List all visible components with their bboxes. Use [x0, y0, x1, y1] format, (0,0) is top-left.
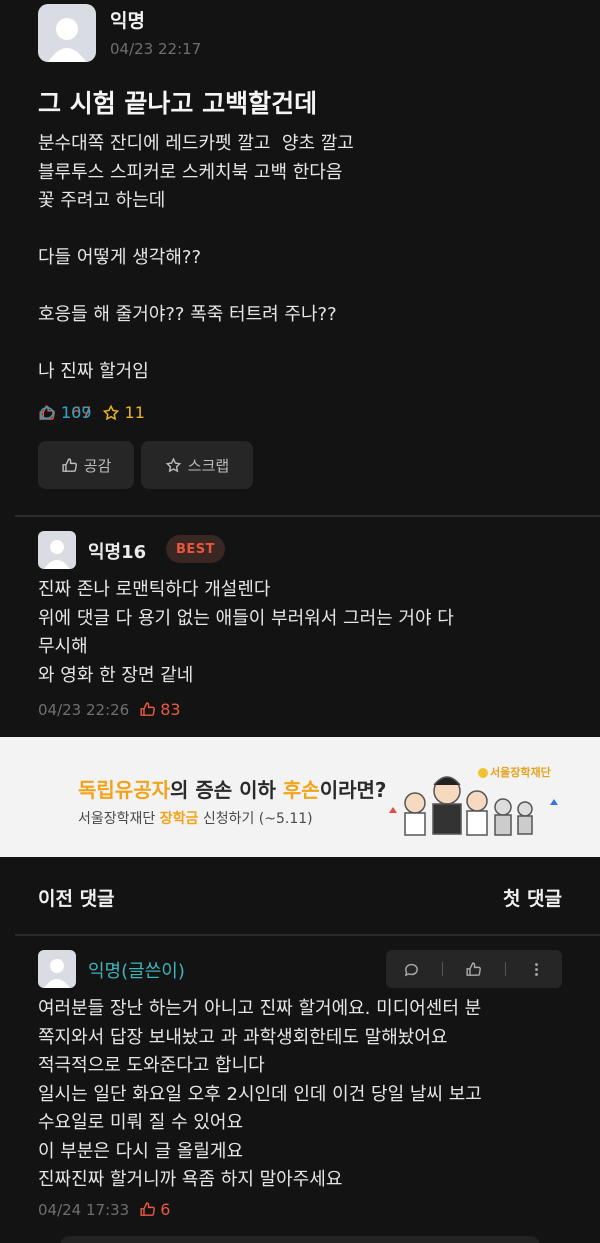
comment-body-line: 쪽지와서 답장 보내놨고 과 과학생회한테도 말해놨어요	[38, 1026, 448, 1048]
comment-timestamp: 04/24 17:33	[38, 1200, 130, 1219]
scrap-button[interactable]: 스크랩	[141, 441, 253, 489]
post-author-avatar	[38, 4, 96, 62]
banner-headline-text: 의 증손 이하	[170, 778, 283, 802]
comment-body: 진짜 존나 로맨틱하다 개설렌다 위에 댓글 다 용기 없는 애들이 부러워서 …	[38, 576, 578, 690]
banner-subline-text: 신청하기 (~5.11)	[198, 811, 313, 827]
post-body-line: 호응들 해 줄거야?? 폭죽 터트려 주나??	[38, 304, 337, 325]
comment-count-value: 109	[61, 403, 92, 422]
comment-navigation: 이전 댓글 첫 댓글	[0, 872, 600, 922]
comment-body-line: 와 영화 한 장면 같네	[38, 664, 194, 686]
reply-button[interactable]	[391, 954, 431, 984]
banner-subline: 서울장학재단 장학금 신청하기 (~5.11)	[78, 808, 313, 828]
post-author-name: 익명	[110, 10, 145, 32]
comment-count: 109	[38, 403, 600, 422]
comment-action-bar	[386, 950, 562, 988]
divider	[15, 515, 600, 517]
comment-author: 익명(글쓴이)	[88, 961, 185, 982]
banner-logo-text: 서울장학재단	[490, 766, 551, 779]
best-comment: 익명16 BEST 진짜 존나 로맨틱하다 개설렌다 위에 댓글 다 용기 없는…	[0, 528, 600, 728]
more-options-button[interactable]	[517, 954, 557, 984]
post-stats: 167 109 11	[38, 403, 155, 422]
star-icon	[165, 456, 182, 472]
post-body-line: 블루투스 스피커로 스케치북 고백 한다음	[38, 161, 343, 183]
banner-subline-text: 서울장학재단	[78, 811, 160, 827]
comment-body-line: 이 부분은 다시 글 올릴게요	[38, 1140, 244, 1162]
comment-author: 익명16	[88, 542, 147, 563]
comment-body-line: 적극적으로 도와준다고 합니다	[38, 1055, 265, 1076]
comment-like-value: 83	[160, 700, 181, 719]
bottom-input-bar[interactable]	[60, 1236, 540, 1243]
post: 익명 04/23 22:17 그 시험 끝나고 고백할건데 분수대쪽 잔디에 레…	[0, 0, 600, 515]
banner-headline: 독립유공자의 증손 이하 후손이라면?	[78, 774, 387, 803]
comment-like-count: 83	[139, 700, 181, 719]
like-button-label: 공감	[83, 456, 112, 475]
first-comment-link[interactable]: 첫 댓글	[503, 884, 562, 911]
like-button[interactable]: 공감	[38, 441, 134, 489]
speech-bubble-icon	[39, 406, 54, 420]
comment-body-line: 위에 댓글 다 용기 없는 애들이 부러워서 그러는 거야 다	[38, 607, 454, 629]
separator	[442, 962, 444, 976]
comment-avatar	[38, 531, 76, 569]
writer-comment: 익명(글쓴이) 여러분들 장난 하는거 아니고 진짜 할거에요. 미디어센터 분…	[0, 947, 600, 1227]
post-body-line: 꽃 주려고 하는데	[38, 190, 166, 211]
thumbs-up-icon	[140, 1202, 156, 1216]
banner-logo: 서울장학재단	[478, 764, 551, 780]
ad-banner[interactable]: 독립유공자의 증손 이하 후손이라면? 서울장학재단 장학금 신청하기 (~5.…	[0, 737, 600, 857]
banner-subline-highlight: 장학금	[159, 811, 199, 827]
previous-comments-link[interactable]: 이전 댓글	[38, 884, 115, 911]
divider	[15, 934, 600, 936]
logo-icon	[478, 768, 488, 778]
post-body-line: 나 진짜 할거임	[38, 361, 149, 382]
comment-meta: 04/24 17:33 6	[38, 1200, 170, 1219]
comment-body-line: 수요일로 미뤄 질 수 있어요	[38, 1112, 244, 1133]
comment-like-count: 6	[139, 1200, 170, 1219]
post-title: 그 시험 끝나고 고백할건데	[38, 89, 318, 118]
comment-avatar	[38, 950, 76, 988]
post-body-line: 분수대쪽 잔디에 레드카펫 깔고 양초 깔고	[38, 133, 354, 154]
comment-body-line: 무시해	[38, 636, 88, 657]
comment-body-line: 진짜진짜 할거니까 욕좀 하지 말아주세요	[38, 1169, 343, 1190]
comment-meta: 04/23 22:26 83	[38, 700, 181, 719]
comment-timestamp: 04/23 22:26	[38, 700, 130, 719]
comment-body-line: 진짜 존나 로맨틱하다 개설렌다	[38, 579, 271, 600]
thumbs-up-icon	[466, 961, 482, 976]
comment-like-button[interactable]	[454, 954, 494, 984]
post-timestamp: 04/23 22:17	[110, 40, 202, 58]
comment-body-line: 여러분들 장난 하는거 아니고 진짜 할거에요. 미디어센터 분	[38, 998, 482, 1019]
separator	[504, 962, 506, 976]
post-body-line: 다들 어떻게 생각해??	[38, 247, 202, 268]
banner-headline-text: 이라면?	[319, 778, 387, 802]
more-vertical-icon	[535, 962, 538, 976]
banner-headline-highlight: 독립유공자	[78, 778, 170, 802]
best-badge: BEST	[166, 535, 226, 563]
post-body: 분수대쪽 잔디에 레드카펫 깔고 양초 깔고 블루투스 스피커로 스케치북 고백…	[38, 130, 578, 387]
comment-body-line: 일시는 일단 화요일 오후 2시인데 인데 이건 당일 날씨 보고	[38, 1083, 482, 1105]
comment-body: 여러분들 장난 하는거 아니고 진짜 할거에요. 미디어센터 분 쪽지와서 답장…	[38, 995, 578, 1195]
scrap-button-label: 스크랩	[187, 456, 230, 475]
banner-headline-highlight: 후손	[282, 778, 320, 802]
comment-like-value: 6	[160, 1200, 171, 1219]
thumbs-up-icon	[62, 457, 77, 472]
thumbs-up-icon	[140, 702, 156, 716]
speech-bubble-icon	[404, 963, 418, 976]
